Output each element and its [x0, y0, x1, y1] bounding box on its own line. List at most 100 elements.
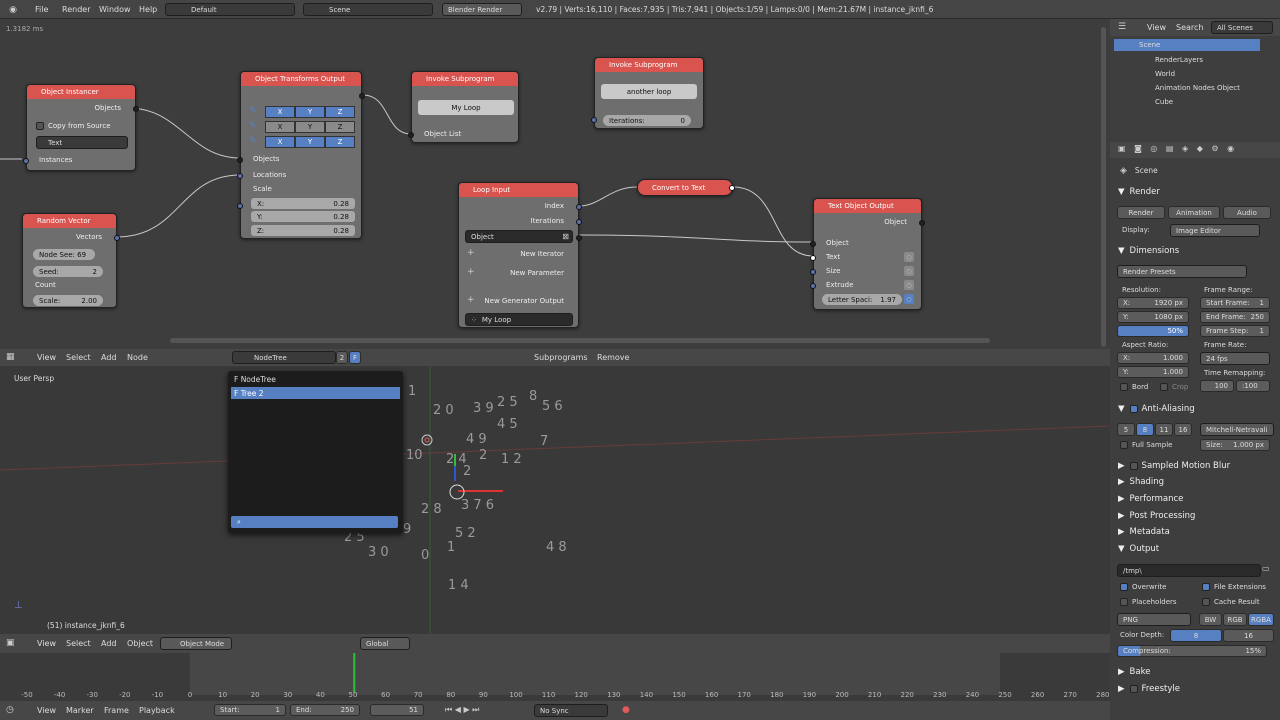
xyz-row-1[interactable]: XYZ — [265, 106, 355, 118]
node-editor[interactable]: 1.3182 ms Object Instancer Objects Copy … — [0, 19, 1110, 349]
dropdown-item-nodetree[interactable]: F NodeTree — [234, 375, 276, 384]
new-generator-button[interactable]: New Generator Output — [484, 297, 564, 305]
node-invoke-subprogram-2[interactable]: Invoke Subprogram another loop Iteration… — [591, 57, 704, 129]
outliner-item-scene[interactable]: Scene — [1114, 39, 1260, 51]
remove-button[interactable]: Remove — [597, 349, 629, 366]
axis-z[interactable]: Z — [325, 121, 355, 133]
output-header[interactable]: ▼ Output — [1113, 541, 1280, 557]
node-tree-selector[interactable]: NodeTree — [232, 351, 336, 364]
xyz-row-3[interactable]: XYZ — [265, 136, 355, 148]
node-invoke-subprogram[interactable]: Invoke Subprogram My Loop Object List — [408, 71, 519, 143]
axis-x[interactable]: X — [265, 121, 295, 133]
subprograms-button[interactable]: Subprograms — [534, 349, 588, 366]
socket-in[interactable] — [591, 117, 597, 123]
socket-out[interactable] — [114, 235, 120, 241]
color-mode-rgba[interactable]: RGBA — [1248, 613, 1274, 626]
node-random-vector[interactable]: Random Vector Vectors Node See: 69 Seed:… — [22, 213, 120, 308]
record-icon[interactable]: ● — [622, 705, 630, 715]
placeholders-checkbox[interactable]: Placeholders — [1120, 598, 1177, 606]
axis-y[interactable]: Y — [295, 136, 325, 148]
end-frame-prop[interactable]: End Frame: 250 — [1200, 311, 1270, 323]
axis-z[interactable]: Z — [325, 136, 355, 148]
fake-user-button[interactable]: F — [349, 351, 361, 364]
dropdown-item-tree2[interactable]: F Tree 2 — [231, 387, 400, 399]
editor-type-icon[interactable]: ▦ — [6, 352, 15, 362]
letter-spacing-field[interactable]: Letter Spaci: 1.97 — [822, 294, 902, 305]
view3d-menu-add[interactable]: Add — [101, 634, 117, 653]
iterations-field[interactable]: Iterations: 0 — [603, 115, 691, 126]
color-mode-rgb[interactable]: RGB — [1223, 613, 1247, 626]
current-frame-field[interactable]: 51 — [370, 704, 424, 716]
socket-in[interactable] — [23, 158, 29, 164]
compression-slider[interactable]: Compression: 15% — [1117, 645, 1267, 657]
socket-out[interactable] — [133, 106, 139, 112]
new-parameter-button[interactable]: New Parameter — [510, 269, 564, 277]
freestyle-header[interactable]: ▶ Freestyle — [1113, 681, 1280, 697]
sync-selector[interactable]: No Sync — [534, 704, 608, 717]
node-menu-view[interactable]: View — [37, 349, 56, 366]
color-mode-bw[interactable]: BW — [1199, 613, 1222, 626]
border-checkbox[interactable]: Bord — [1120, 383, 1148, 391]
aa-samples-5[interactable]: 5 — [1117, 423, 1135, 436]
performance-header[interactable]: ▶ Performance — [1113, 491, 1280, 507]
fps-select[interactable]: 24 fps — [1200, 352, 1270, 365]
subprogram-select[interactable]: My Loop — [418, 100, 514, 115]
render-panel-header[interactable]: ▼ Render — [1113, 184, 1280, 200]
start-frame-field[interactable]: Start: 1 — [214, 704, 286, 716]
node-object-transforms-output[interactable]: Object Transforms Output XYZ XYZ XYZ ✎ ✎… — [237, 71, 365, 239]
pick-icon[interactable]: ✎ — [249, 121, 257, 131]
anti-aliasing-header[interactable]: ▼ Anti-Aliasing — [1113, 401, 1280, 417]
users-count[interactable]: 2 — [336, 351, 348, 364]
node-menu-add[interactable]: Add — [101, 349, 117, 366]
folder-icon[interactable]: ▭ — [1262, 564, 1270, 573]
filter-size-field[interactable]: Size: 1.000 px — [1200, 439, 1270, 451]
horizontal-scrollbar[interactable] — [170, 338, 990, 343]
editor-type-icon[interactable]: ◷ — [6, 705, 14, 715]
metadata-header[interactable]: ▶ Metadata — [1113, 524, 1280, 540]
animation-button[interactable]: Animation — [1168, 206, 1220, 219]
view3d-menu-select[interactable]: Select — [66, 634, 91, 653]
node-text-object-output[interactable]: Text Object Output Object Object Text Si… — [810, 198, 925, 310]
outliner[interactable]: ☰ View Search All Scenes Scene RenderLay… — [1110, 19, 1280, 142]
socket-out[interactable] — [729, 185, 735, 191]
plus-icon[interactable]: + — [467, 248, 475, 258]
vertical-scrollbar[interactable] — [1101, 27, 1106, 347]
new-iterator-button[interactable]: New Iterator — [520, 250, 564, 258]
menu-render[interactable]: Render — [62, 0, 90, 18]
copy-from-source-checkbox[interactable]: Copy from Source — [36, 122, 111, 130]
toggle-icon[interactable]: ○ — [904, 294, 914, 304]
node-menu-node[interactable]: Node — [127, 349, 148, 366]
outliner-item-world[interactable]: World — [1155, 70, 1175, 78]
motion-blur-header[interactable]: ▶ Sampled Motion Blur — [1113, 458, 1280, 474]
axis-x[interactable]: X — [265, 106, 295, 118]
end-frame-field[interactable]: End: 250 — [290, 704, 360, 716]
outliner-item-renderlayers[interactable]: RenderLayers — [1155, 56, 1203, 64]
scale-x-field[interactable]: X: 0.28 — [251, 198, 355, 209]
render-button[interactable]: Render — [1117, 206, 1165, 219]
socket-in[interactable] — [810, 269, 816, 275]
depth-16[interactable]: 16 — [1223, 629, 1274, 642]
axis-y[interactable]: Y — [295, 106, 325, 118]
aspect-x-field[interactable]: X: 1.000 — [1117, 352, 1189, 364]
node-seed-field[interactable]: Node See: 69 — [33, 249, 95, 260]
res-x-field[interactable]: X: 1920 px — [1117, 297, 1189, 309]
start-frame-prop[interactable]: Start Frame: 1 — [1200, 297, 1270, 309]
render-engine-select[interactable]: Blender Render — [442, 3, 522, 16]
playback-controls-icon[interactable]: ⏮ ◀ ▶ ⏭ — [445, 705, 479, 715]
remap-old-field[interactable]: 100 — [1200, 380, 1234, 392]
frame-step-prop[interactable]: Frame Step: 1 — [1200, 325, 1270, 337]
bake-header[interactable]: ▶ Bake — [1113, 664, 1280, 680]
aa-samples-16[interactable]: 16 — [1174, 423, 1192, 436]
object-parameter[interactable]: Object ⊠ — [465, 230, 573, 243]
axis-x[interactable]: X — [265, 136, 295, 148]
socket-in[interactable] — [237, 173, 243, 179]
scene-selector[interactable]: Scene — [303, 3, 433, 16]
depth-8[interactable]: 8 — [1170, 629, 1222, 642]
loop-name-field[interactable]: ⁘ My Loop — [465, 313, 573, 326]
orientation-selector[interactable]: Global — [360, 637, 410, 650]
socket-in[interactable] — [237, 157, 243, 163]
node-loop-input[interactable]: Loop Input Index Iterations Object ⊠ + Ne… — [458, 182, 582, 328]
file-extensions-checkbox[interactable]: File Extensions — [1202, 583, 1266, 591]
properties-tabs-icon[interactable]: ▣ ◙ ◎ ▤ ◈ ◆ ⚙ ◉ — [1118, 144, 1237, 153]
aspect-y-field[interactable]: Y: 1.000 — [1117, 366, 1189, 378]
